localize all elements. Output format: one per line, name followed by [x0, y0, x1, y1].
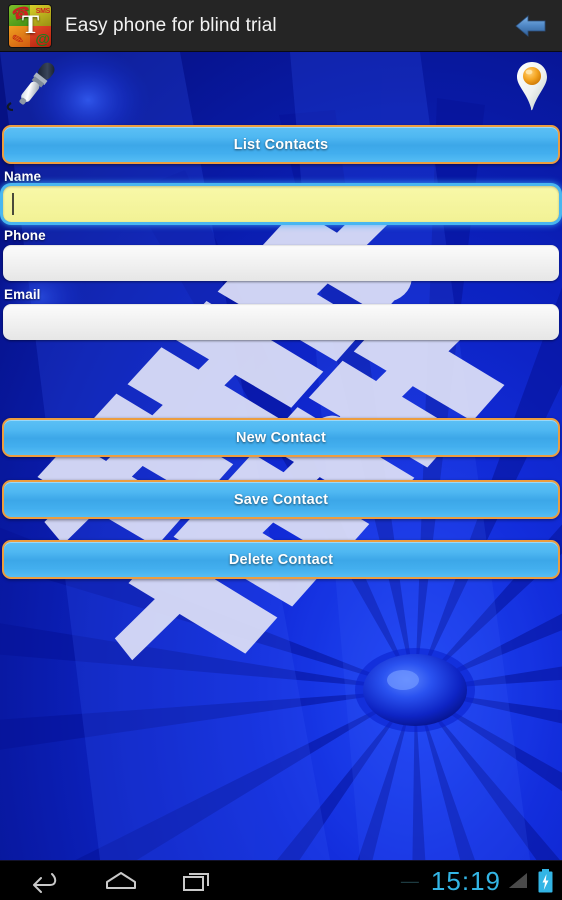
- list-contacts-label: List Contacts: [233, 136, 329, 153]
- save-contact-button[interactable]: Save Contact: [2, 480, 560, 519]
- phone-input[interactable]: [3, 245, 559, 281]
- new-contact-label: New Contact: [235, 429, 326, 446]
- nav-recent-apps-icon[interactable]: [166, 861, 228, 900]
- list-contacts-button[interactable]: List Contacts: [2, 125, 560, 164]
- microphone-icon[interactable]: [4, 56, 66, 112]
- app-content: List Contacts Name Phone Email New Conta…: [0, 52, 562, 860]
- nav-home-icon[interactable]: [90, 861, 152, 900]
- status-clock: 15:19: [430, 865, 501, 896]
- name-input[interactable]: [3, 186, 559, 222]
- new-contact-button[interactable]: New Contact: [2, 418, 560, 457]
- save-contact-label: Save Contact: [233, 491, 329, 508]
- app-icon: ☎ SMS ✎ @ T: [9, 4, 51, 47]
- name-field-label: Name: [4, 169, 42, 184]
- delete-contact-button[interactable]: Delete Contact: [2, 540, 560, 579]
- phone-field-label: Phone: [4, 228, 46, 243]
- battery-charging-icon: [538, 868, 553, 892]
- nav-back-icon[interactable]: [14, 861, 76, 900]
- app-icon-letter: T: [21, 10, 39, 39]
- delete-contact-label: Delete Contact: [228, 551, 334, 568]
- email-field-label: Email: [4, 287, 41, 302]
- status-dash: —: [400, 870, 419, 891]
- name-input-caret: [12, 193, 14, 215]
- status-area: — 15:19: [401, 861, 562, 900]
- back-arrow-icon[interactable]: [510, 7, 552, 45]
- location-pin-icon[interactable]: [512, 58, 552, 114]
- device-screen: List Contacts Name Phone Email New Conta…: [0, 0, 562, 900]
- signal-strength-icon: [509, 872, 527, 888]
- android-navigation-bar: — 15:19: [0, 860, 562, 900]
- top-icon-row: [0, 52, 562, 118]
- page-title: Easy phone for blind trial: [65, 14, 277, 36]
- app-title-bar: ☎ SMS ✎ @ T Easy phone for blind trial: [0, 0, 562, 52]
- email-input[interactable]: [3, 304, 559, 340]
